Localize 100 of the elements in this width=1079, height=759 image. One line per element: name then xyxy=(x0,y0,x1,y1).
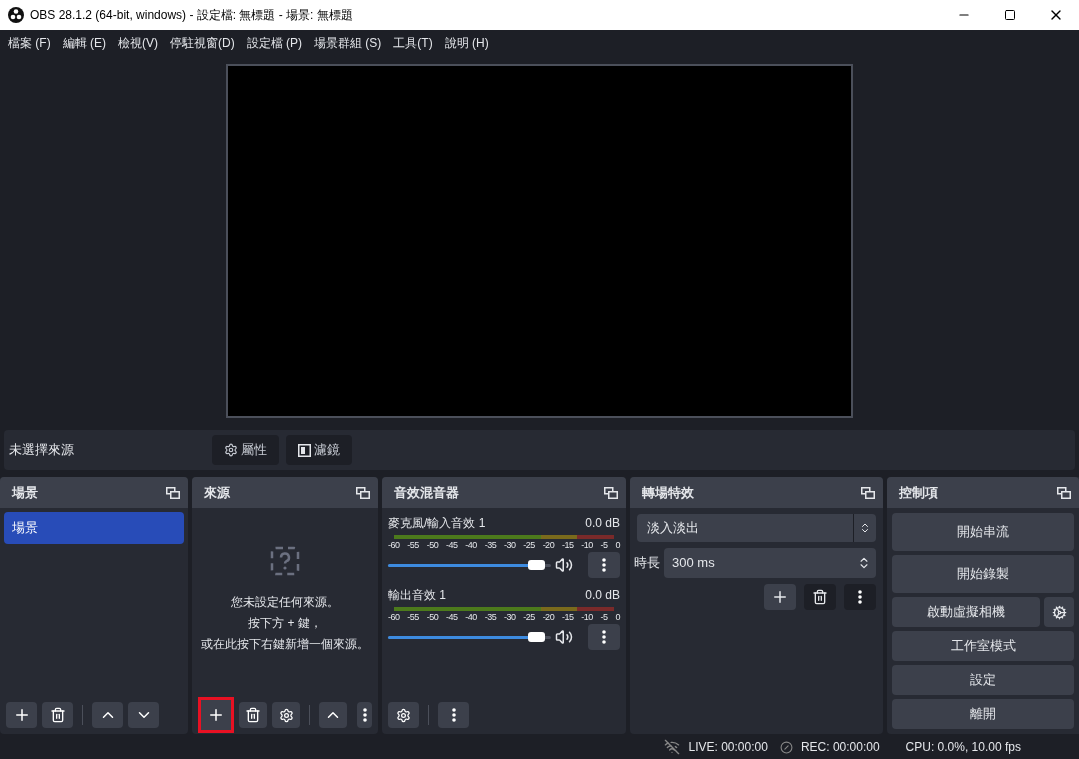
control-button[interactable]: 設定 xyxy=(892,665,1074,695)
meter-tick-label: -25 xyxy=(523,611,535,623)
meter-tick-label: 0 xyxy=(615,611,620,623)
meter-tick-label: -35 xyxy=(484,611,497,623)
channel-volume-reading: 0.0 dB xyxy=(585,515,620,532)
meter-tick-label: -30 xyxy=(503,539,516,551)
control-button[interactable]: 工作室模式 xyxy=(892,631,1074,661)
trash-icon xyxy=(245,707,262,723)
control-button[interactable]: 啟動虛擬相機 xyxy=(892,597,1040,627)
dock-title: 轉場特效 xyxy=(641,483,695,502)
channel-name: 麥克風/輸入音效 1 xyxy=(388,515,486,532)
trash-icon xyxy=(812,589,828,605)
gear-icon xyxy=(1051,604,1067,620)
settings-icon xyxy=(278,707,294,723)
transition-dropdown[interactable]: 淡入淡出 xyxy=(637,514,876,542)
speaker-icon[interactable] xyxy=(555,556,573,574)
duration-label: 時長 xyxy=(634,554,660,573)
more-icon xyxy=(451,708,456,722)
transition-menu-button[interactable] xyxy=(844,584,876,610)
add-button[interactable] xyxy=(198,697,234,733)
undock-icon[interactable] xyxy=(356,486,370,499)
filter-icon xyxy=(298,443,311,457)
remove-button[interactable] xyxy=(42,702,73,728)
volume-slider[interactable] xyxy=(388,632,551,642)
menu-item[interactable]: 檔案 (F) xyxy=(2,34,57,52)
empty-sources-text: 您未設定任何來源。 xyxy=(231,593,339,611)
move-up-button[interactable] xyxy=(92,702,123,728)
settings-button[interactable] xyxy=(1044,597,1074,627)
channel-name: 輸出音效 1 xyxy=(388,587,446,604)
scene-item[interactable]: 場景 xyxy=(4,512,184,544)
record-off-icon xyxy=(779,740,793,754)
undock-icon[interactable] xyxy=(604,486,618,499)
meter-tick-label: -20 xyxy=(542,611,555,623)
menu-item[interactable]: 場景群組 (S) xyxy=(308,34,388,52)
dock-title: 控制項 xyxy=(898,483,939,502)
more-icon xyxy=(362,708,367,722)
menu-item[interactable]: 編輯 (E) xyxy=(56,34,112,52)
rec-timer: REC: 00:00:00 xyxy=(800,739,880,756)
empty-sources-text: 按下方 + 鍵， xyxy=(248,614,322,632)
menu-item[interactable]: 設定檔 (P) xyxy=(240,34,308,52)
app-logo-icon xyxy=(8,7,24,23)
meter-tick-label: -50 xyxy=(426,611,439,623)
meter-tick-label: -10 xyxy=(581,611,593,623)
gear-icon xyxy=(224,443,238,457)
speaker-icon[interactable] xyxy=(555,628,573,646)
settings-icon xyxy=(396,707,411,723)
meter-tick-label: 0 xyxy=(615,539,620,551)
more-button[interactable] xyxy=(357,702,372,728)
channel-volume-reading: 0.0 dB xyxy=(585,587,620,604)
meter-tick-label: -5 xyxy=(600,539,608,551)
move-up-button[interactable] xyxy=(319,702,348,728)
meter-tick-label: -30 xyxy=(503,611,516,623)
undock-icon[interactable] xyxy=(861,486,875,499)
meter-tick-label: -20 xyxy=(542,539,555,551)
plus-icon xyxy=(771,588,789,606)
meter-tick-label: -40 xyxy=(465,539,477,551)
meter-tick-label: -10 xyxy=(581,539,593,551)
move-down-button[interactable] xyxy=(128,702,159,728)
undock-icon[interactable] xyxy=(1057,486,1071,499)
control-button[interactable]: 開始錄製 xyxy=(892,555,1074,593)
channel-menu-button[interactable] xyxy=(588,552,620,578)
more-icon xyxy=(602,558,606,572)
window-title: OBS 28.1.2 (64-bit, windows) - 設定檔: 無標題 - 場景: 無標題 xyxy=(30,7,353,24)
meter-tick-label: -35 xyxy=(484,539,497,551)
meter-tick-label: -5 xyxy=(600,611,608,623)
undock-icon[interactable] xyxy=(166,486,180,499)
empty-sources-text: 或在此按下右鍵新增一個來源。 xyxy=(201,635,369,653)
control-button[interactable]: 離開 xyxy=(892,699,1074,729)
volume-slider[interactable] xyxy=(388,560,551,570)
meter-tick-label: -25 xyxy=(523,539,535,551)
cpu-status: CPU: 0.0%, 10.00 fps xyxy=(905,739,1021,756)
more-button[interactable] xyxy=(438,702,469,728)
plus-icon xyxy=(207,706,225,724)
add-button[interactable] xyxy=(6,702,37,728)
question-mark-icon xyxy=(270,545,300,576)
duration-field[interactable]: 300 ms xyxy=(664,548,876,578)
dropdown-arrows-icon xyxy=(859,522,871,534)
live-timer: LIVE: 00:00:00 xyxy=(688,739,768,756)
meter-tick-label: -60 xyxy=(388,539,400,551)
filters-button[interactable]: 濾鏡 xyxy=(286,435,352,465)
dock-title: 來源 xyxy=(203,483,231,502)
control-button[interactable]: 開始串流 xyxy=(892,513,1074,551)
properties-button[interactable]: 屬性 xyxy=(212,435,279,465)
meter-tick-label: -55 xyxy=(407,611,419,623)
menu-item[interactable]: 停駐視窗(D) xyxy=(164,34,241,52)
settings-button[interactable] xyxy=(388,702,419,728)
remove-transition-button[interactable] xyxy=(804,584,836,610)
menu-item[interactable]: 工具(T) xyxy=(387,34,439,52)
meter-tick-label: -60 xyxy=(388,611,400,623)
no-source-label: 未選擇來源 xyxy=(9,441,75,460)
add-transition-button[interactable] xyxy=(764,584,796,610)
meter-tick-label: -50 xyxy=(426,539,439,551)
meter-tick-label: -45 xyxy=(446,611,458,623)
channel-menu-button[interactable] xyxy=(588,624,620,650)
menu-item[interactable]: 說明 (H) xyxy=(438,34,495,52)
meter-tick-label: -55 xyxy=(407,539,419,551)
menu-item[interactable]: 檢視(V) xyxy=(112,34,164,52)
more-icon xyxy=(602,630,606,644)
remove-button[interactable] xyxy=(239,702,268,728)
settings-button[interactable] xyxy=(272,702,301,728)
